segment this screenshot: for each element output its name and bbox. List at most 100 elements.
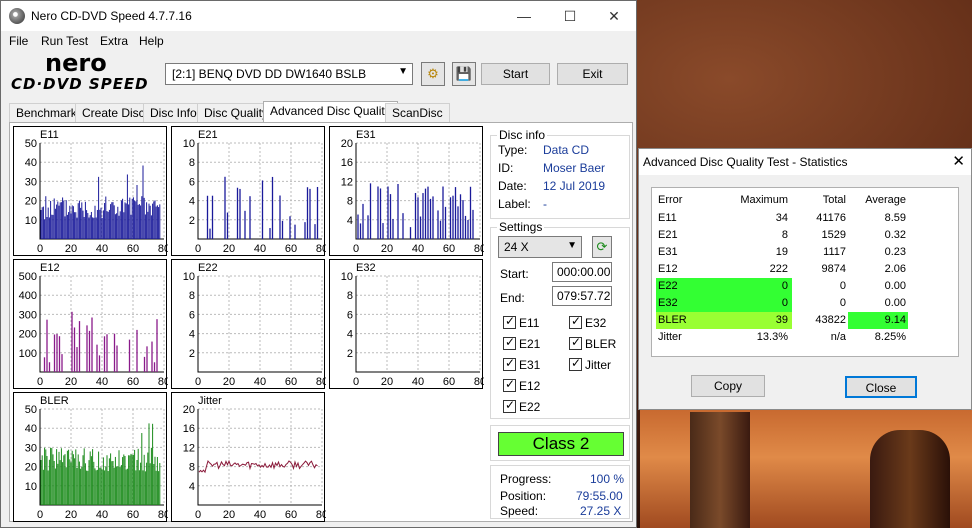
checkbox-e31[interactable]: E31: [503, 356, 540, 372]
y-tick-label: 50: [25, 404, 37, 416]
disc-label-value: -: [543, 197, 547, 211]
chart-bler: BLER 50 40 30 20 10 0 20 40 60 80: [13, 392, 168, 522]
statistics-close-icon[interactable]: ✕: [952, 152, 965, 170]
end-time-input[interactable]: 079:57.72: [552, 286, 612, 306]
checkbox-bler[interactable]: BLER: [569, 335, 616, 351]
chart-e11: E11 50 40 30 20 10 0 20 40 60 80: [13, 126, 168, 256]
x-tick-label: 80: [316, 376, 326, 388]
y-tick-label: 2: [347, 348, 353, 360]
exit-button[interactable]: Exit: [557, 63, 628, 85]
close-button[interactable]: ✕: [591, 1, 637, 31]
checkbox-check-icon: [503, 314, 516, 329]
checkbox-e12-label: E12: [519, 379, 541, 393]
refresh-icon: ⟳: [596, 239, 608, 254]
menu-extra[interactable]: Extra: [100, 34, 128, 48]
tab-create-disc[interactable]: Create Disc: [75, 103, 152, 123]
maximize-button[interactable]: ☐: [547, 1, 593, 31]
y-tick-label: 6: [189, 309, 195, 321]
y-tick-label: 8: [189, 157, 195, 169]
chart-plot: 50 40 30 20 10 0 20 40 60 80: [25, 138, 168, 255]
x-tick-label: 0: [37, 509, 43, 521]
checkbox-jitter[interactable]: Jitter: [569, 356, 612, 372]
checkbox-check-icon: [503, 377, 516, 392]
tab-scandisc[interactable]: ScanDisc: [385, 103, 450, 123]
statistics-header-row: Error Maximum Total Average: [652, 192, 958, 209]
x-tick-label: 20: [223, 243, 235, 255]
drive-select[interactable]: [2:1] BENQ DVD DD DW1640 BSLB ▼: [165, 63, 413, 85]
x-tick-label: 80: [474, 243, 484, 255]
x-tick-label: 60: [127, 376, 139, 388]
disc-info-title: Disc info: [497, 128, 548, 142]
y-tick-label: 20: [341, 138, 353, 150]
menu-help[interactable]: Help: [139, 34, 164, 48]
x-tick-label: 0: [195, 243, 201, 255]
y-tick-label: 10: [341, 271, 353, 283]
y-tick-label: 100: [19, 348, 37, 360]
tab-benchmark[interactable]: Benchmark: [9, 103, 84, 123]
statistics-cell: 0: [781, 297, 788, 309]
statistics-cell: 8.25%: [874, 331, 906, 343]
speed-label: Speed:: [500, 504, 539, 518]
tab-disc-info[interactable]: Disc Info: [143, 103, 204, 123]
menu-run-test[interactable]: Run Test: [41, 34, 88, 48]
main-window: Nero CD-DVD Speed 4.7.7.16 — ☐ ✕ File Ru…: [0, 0, 637, 528]
y-tick-label: 12: [341, 176, 353, 188]
desktop-wallpaper-structure: [690, 412, 750, 528]
save-button[interactable]: 💾: [452, 62, 476, 86]
x-tick-label: 80: [158, 243, 168, 255]
x-tick-label: 20: [223, 509, 235, 521]
start-button[interactable]: Start: [481, 63, 550, 85]
disc-class-badge: Class 2: [498, 432, 624, 456]
statistics-cell: 34: [775, 212, 788, 224]
statistics-cell: E32: [658, 297, 678, 309]
chart-plot: 1086420 20 40 60 80: [183, 271, 326, 388]
statistics-cell: 39: [775, 314, 788, 326]
statistics-cell: 9.14: [884, 314, 906, 326]
minimize-button[interactable]: —: [501, 1, 547, 31]
x-tick-label: 0: [353, 376, 359, 388]
y-tick-label: 200: [19, 329, 37, 341]
checkbox-e21[interactable]: E21: [503, 335, 540, 351]
x-tick-label: 60: [285, 243, 297, 255]
dialog-close-button[interactable]: Close: [845, 376, 917, 398]
statistics-cell: 0: [839, 280, 846, 292]
statistics-cell: 0: [781, 280, 788, 292]
menu-file[interactable]: File: [9, 34, 28, 48]
refresh-speed-button[interactable]: ⟳: [592, 236, 612, 258]
chart-jitter: Jitter 20 16 12 8 4 0 20 40 60 80: [171, 392, 326, 522]
chart-e31: E31 20 16 12 8 4 0 20 40 60 80: [329, 126, 484, 256]
y-tick-label: 500: [19, 271, 37, 283]
y-tick-label: 20: [25, 462, 37, 474]
x-tick-label: 60: [443, 376, 455, 388]
copy-button[interactable]: Copy: [691, 375, 765, 397]
checkbox-jitter-label: Jitter: [585, 358, 612, 372]
chart-e22: E22 10 8 6 4 2 0 20 40 60 80: [171, 259, 326, 389]
y-tick-label: 6: [189, 176, 195, 188]
x-tick-label: 80: [316, 509, 326, 521]
checkbox-check-icon: [503, 398, 516, 413]
checkbox-e12[interactable]: E12: [503, 377, 541, 393]
y-tick-label: 30: [25, 176, 37, 188]
statistics-cell: 1117: [823, 246, 846, 258]
checkbox-e11[interactable]: E11: [503, 314, 539, 330]
position-label: Position:: [500, 489, 547, 503]
statistics-cell: 0: [839, 297, 846, 309]
statistics-cell: 222: [769, 263, 788, 275]
start-time-input[interactable]: 000:00.00: [552, 262, 612, 282]
speed-select[interactable]: 24 X ▼: [498, 236, 582, 258]
x-tick-label: 80: [316, 243, 326, 255]
chart-plot: 201612840 20 40 60 80: [183, 404, 326, 521]
statistics-cell: 41176: [816, 212, 846, 224]
drive-info-button[interactable]: ⚙: [421, 62, 445, 86]
checkbox-e22[interactable]: E22: [503, 398, 540, 414]
y-tick-label: 8: [347, 196, 353, 208]
desktop-wallpaper-structure-right: [870, 430, 950, 528]
checkbox-e32[interactable]: E32: [569, 314, 606, 330]
y-tick-label: 4: [189, 196, 195, 208]
statistics-cell: 8: [781, 229, 788, 241]
chart-e32: E32 10 8 6 4 2 0 20 40 60 80: [329, 259, 484, 389]
chart-plot: 1086420 20 40 60 80: [183, 138, 326, 255]
disc-type-label: Type:: [498, 143, 528, 157]
y-tick-label: 400: [19, 290, 37, 302]
statistics-table: Error Maximum Total Average E11 34 41176 8.…: [651, 187, 959, 357]
